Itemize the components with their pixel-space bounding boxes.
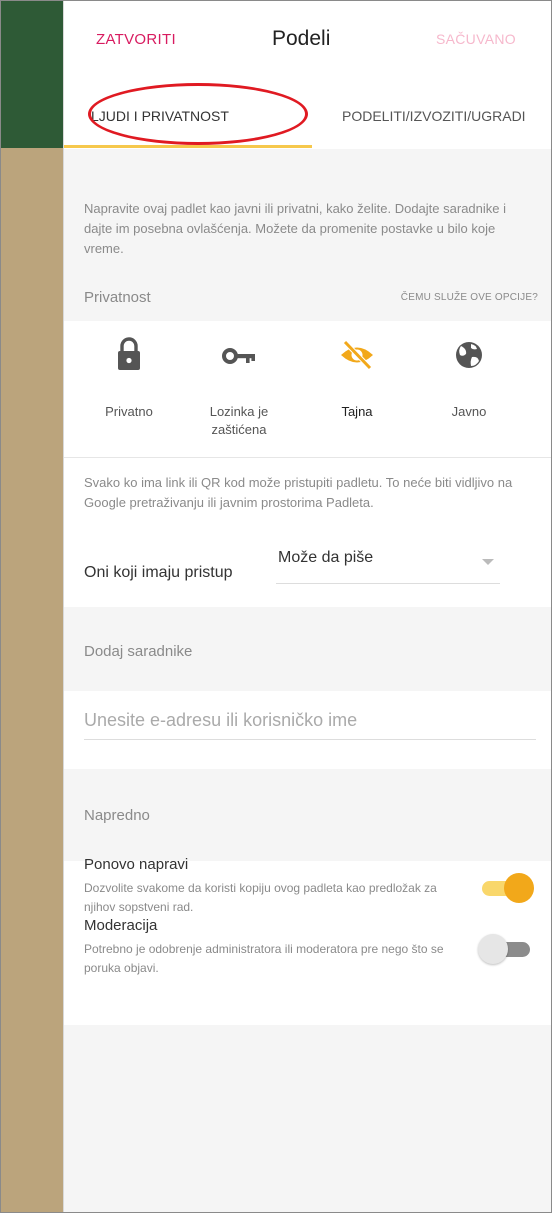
privacy-options: Privatno Lozinka je zaštićena Tajna Javn… <box>64 321 551 458</box>
setting-title: Ponovo napravi <box>84 856 189 873</box>
tab-bar: LJUDI I PRIVATNOST PODELITI/IZVOZITI/UGR… <box>64 73 551 150</box>
privacy-section-title: Privatnost <box>84 289 151 306</box>
privacy-help-link[interactable]: ČEMU SLUŽE OVE OPCIJE? <box>401 292 538 303</box>
advanced-settings: Ponovo napravi Dozvolite svakome da kori… <box>64 856 551 1025</box>
privacy-option-label: Javno <box>451 404 487 419</box>
privacy-option-label: Lozinka je zaštićena <box>209 404 269 437</box>
setting-title: Moderacija <box>84 917 158 934</box>
annotation-circle <box>88 83 308 145</box>
tab-share-export-embed[interactable]: PODELITI/IZVOZITI/UGRADI <box>342 108 526 124</box>
advanced-title: Napredno <box>84 807 150 824</box>
panel-footer-space <box>64 1025 551 1212</box>
panel-header: ZATVORITI Podeli SAČUVANO <box>64 1 551 74</box>
privacy-option-label: Tajna <box>341 404 373 419</box>
privacy-description: Svako ko ima link ili QR kod može pristu… <box>84 475 513 510</box>
close-button[interactable]: ZATVORITI <box>96 31 176 48</box>
intro-text: Napravite ovaj padlet kao javni ili priv… <box>84 201 506 256</box>
privacy-option-label: Privatno <box>105 404 153 419</box>
lock-icon <box>118 337 140 370</box>
screen-frame: ZATVORITI Podeli SAČUVANO LJUDI I PRIVAT… <box>0 0 552 1213</box>
intro-section: Napravite ovaj padlet kao javni ili priv… <box>64 149 551 321</box>
collaborators-section: Dodaj saradnike <box>64 607 551 691</box>
setting-description: Potrebno je odobrenje administratora ili… <box>84 942 444 975</box>
access-level-value: Može da piše <box>278 549 374 566</box>
moderation-toggle[interactable] <box>478 934 534 964</box>
share-panel: ZATVORITI Podeli SAČUVANO LJUDI I PRIVAT… <box>63 1 551 1212</box>
eye-off-icon <box>341 340 373 370</box>
key-icon <box>222 348 255 364</box>
globe-icon <box>456 342 482 368</box>
remake-toggle[interactable] <box>478 873 534 903</box>
collaborators-title: Dodaj saradnike <box>84 643 193 660</box>
access-level-select[interactable]: Može da piše <box>276 545 500 584</box>
background-strip <box>1 1 63 1212</box>
chevron-down-icon <box>482 559 494 565</box>
panel-title: Podeli <box>272 27 331 50</box>
toggle-knob <box>504 873 534 903</box>
active-tab-indicator <box>64 145 312 148</box>
access-label: Oni koji imaju pristup <box>84 564 233 581</box>
toggle-knob <box>478 934 508 964</box>
background-strip-header <box>1 1 63 148</box>
setting-description: Dozvolite svakome da koristi kopiju ovog… <box>84 881 437 914</box>
advanced-section: Napredno <box>64 769 551 861</box>
collaborator-search-input[interactable] <box>84 701 536 740</box>
saved-status: SAČUVANO <box>436 31 516 47</box>
